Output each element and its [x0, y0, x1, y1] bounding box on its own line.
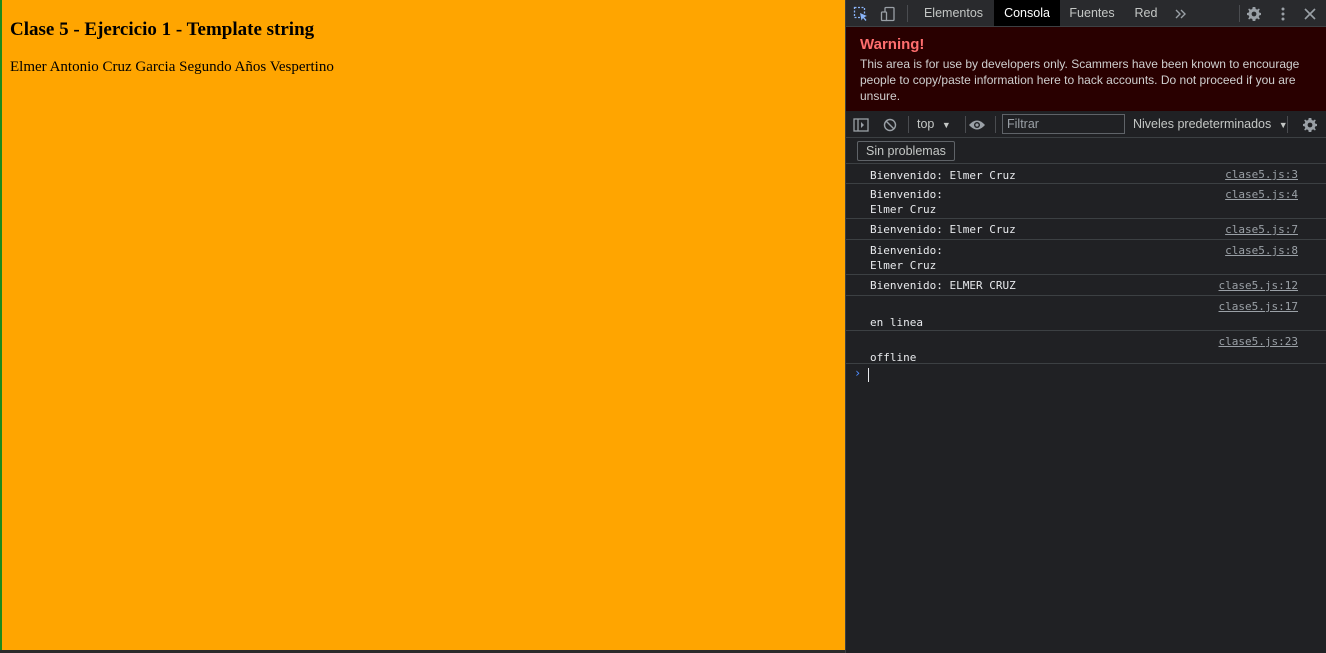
issues-bar: Sin problemas: [846, 138, 1326, 164]
page-viewport: Clase 5 - Ejercicio 1 - Template string …: [0, 0, 845, 650]
console-message: en linea clase5.js:17: [846, 296, 1326, 331]
toolbar-separator: [995, 116, 996, 133]
toolbar-separator: [1287, 116, 1288, 133]
message-source-link[interactable]: clase5.js:8: [1225, 244, 1298, 258]
console-message: Bienvenido: Elmer Cruz clase5.js:4: [846, 184, 1326, 219]
message-source-link[interactable]: clase5.js:3: [1225, 168, 1298, 182]
console-message: Bienvenido: Elmer Cruz clase5.js:3: [846, 164, 1326, 184]
clear-console-icon[interactable]: [881, 116, 899, 133]
message-text: offline: [870, 351, 917, 364]
console-log: Bienvenido: Elmer Cruz clase5.js:3 Bienv…: [846, 164, 1326, 364]
message-source-link[interactable]: clase5.js:17: [1219, 300, 1298, 314]
message-text: Bienvenido: Elmer Cruz: [870, 223, 1016, 236]
message-text: Bienvenido: ELMER CRUZ: [870, 279, 1016, 292]
console-message: Bienvenido: Elmer Cruz clase5.js:8: [846, 240, 1326, 275]
page-heading: Clase 5 - Ejercicio 1 - Template string: [10, 19, 315, 40]
toolbar-separator: [965, 116, 966, 133]
context-selector[interactable]: top ▼: [917, 116, 951, 133]
message-source-link[interactable]: clase5.js:7: [1225, 223, 1298, 237]
console-message: offline clase5.js:23: [846, 331, 1326, 364]
console-message: Bienvenido: ELMER CRUZ clase5.js:12: [846, 275, 1326, 296]
tab-fuentes[interactable]: Fuentes: [1063, 0, 1121, 26]
console-message: Bienvenido: Elmer Cruz clase5.js:7: [846, 219, 1326, 240]
devtools-tabbar: Elementos Consola Fuentes Red: [846, 0, 1326, 27]
context-label: top: [917, 117, 935, 131]
message-text: Bienvenido: Elmer Cruz: [870, 169, 1016, 182]
tab-consola[interactable]: Consola: [994, 0, 1060, 26]
issues-button[interactable]: Sin problemas: [857, 141, 955, 161]
tab-elementos[interactable]: Elementos: [916, 0, 991, 26]
message-source-link[interactable]: clase5.js:23: [1219, 335, 1298, 349]
console-prompt[interactable]: ›: [846, 364, 1326, 384]
prompt-chevron-icon: ›: [854, 366, 862, 380]
message-source-link[interactable]: clase5.js:12: [1219, 279, 1298, 293]
console-settings-gear-icon[interactable]: [1301, 116, 1319, 133]
message-text: Bienvenido: Elmer Cruz: [870, 244, 943, 272]
filter-input[interactable]: [1002, 114, 1125, 134]
warning-title: Warning!: [860, 36, 925, 53]
console-toolbar: top ▼ Niveles predeterminados ▼: [846, 111, 1326, 138]
double-chevron-icon[interactable]: [1172, 5, 1190, 22]
sidebar-toggle-icon[interactable]: [852, 116, 870, 133]
warning-message: This area is for use by developers only.…: [860, 57, 1300, 103]
eye-icon[interactable]: [968, 116, 986, 133]
message-text: Bienvenido: Elmer Cruz: [870, 188, 943, 216]
close-icon[interactable]: [1301, 5, 1319, 22]
tabbar-separator: [1239, 5, 1240, 22]
kebab-menu-icon[interactable]: [1274, 5, 1292, 22]
message-source-link[interactable]: clase5.js:4: [1225, 188, 1298, 202]
device-toolbar-icon[interactable]: [879, 5, 897, 22]
console-warning-banner: Warning! This area is for use by develop…: [846, 27, 1326, 111]
devtools-panel: Elementos Consola Fuentes Red Warning! T…: [845, 0, 1326, 653]
gear-icon[interactable]: [1245, 5, 1263, 22]
page-paragraph: Elmer Antonio Cruz Garcia Segundo Años V…: [10, 59, 334, 75]
tabbar-separator: [907, 5, 908, 22]
chevron-down-icon: ▼: [941, 120, 951, 130]
tab-red[interactable]: Red: [1126, 0, 1166, 26]
message-text: en linea: [870, 316, 923, 329]
log-levels-label: Niveles predeterminados: [1133, 117, 1272, 131]
inspect-element-icon[interactable]: [852, 5, 870, 22]
log-levels-dropdown[interactable]: Niveles predeterminados ▼: [1133, 116, 1288, 133]
toolbar-separator: [908, 116, 909, 133]
text-cursor: [868, 368, 869, 382]
